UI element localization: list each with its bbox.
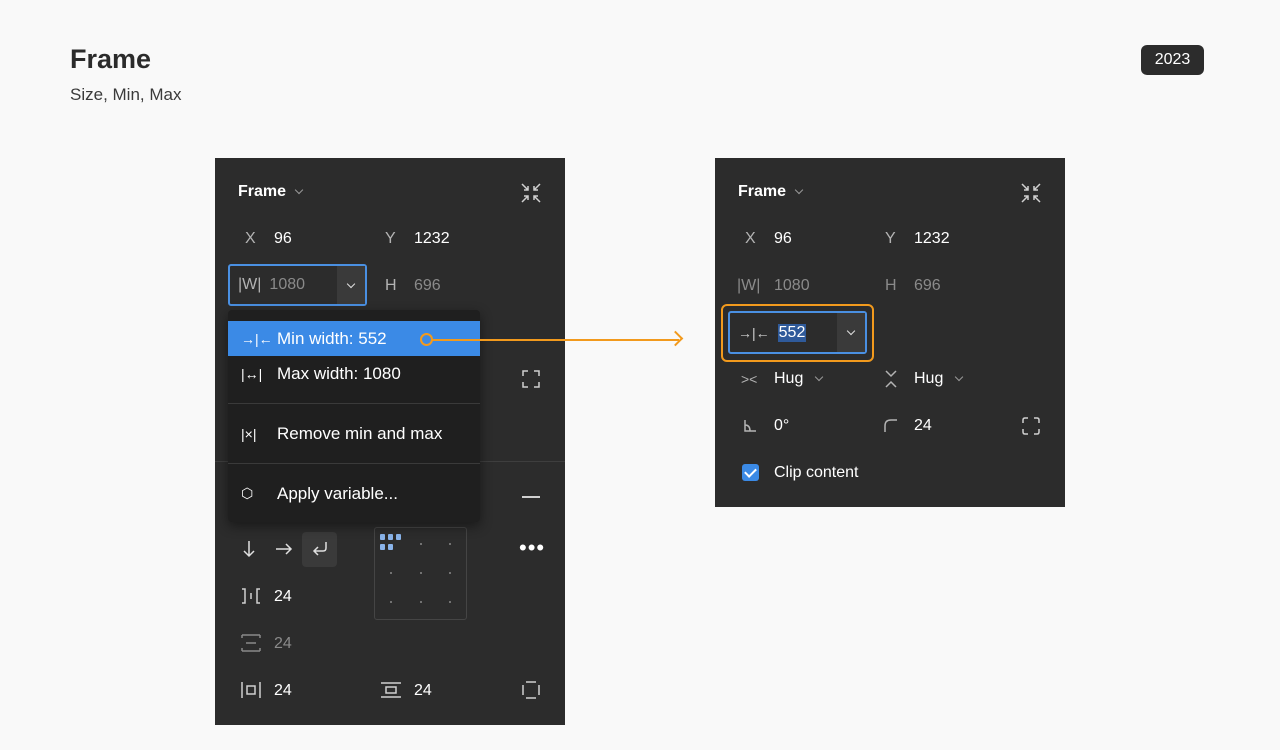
align-block bbox=[388, 544, 393, 550]
min-width-dropdown-button[interactable] bbox=[837, 313, 865, 352]
menu-item-apply-variable[interactable]: ⬡ Apply variable... bbox=[228, 476, 480, 511]
grid-dot bbox=[420, 543, 422, 545]
grid-dot bbox=[390, 601, 392, 603]
spacing-icon bbox=[240, 587, 262, 610]
left-frame-title[interactable]: Frame bbox=[238, 183, 304, 201]
min-width-icon: →|← bbox=[241, 330, 273, 347]
width-value[interactable]: 1080 bbox=[269, 276, 305, 294]
menu-item-label: Apply variable... bbox=[277, 483, 398, 503]
width-mode-label: Hug bbox=[774, 370, 804, 387]
width-input[interactable]: 1080 bbox=[774, 277, 810, 295]
vertical-spacing-input[interactable]: 24 bbox=[274, 635, 292, 653]
menu-separator bbox=[228, 403, 480, 404]
max-width-icon: |↔| bbox=[241, 365, 263, 382]
vertical-padding-input[interactable]: 24 bbox=[414, 682, 432, 700]
menu-item-label: Max width: 1080 bbox=[277, 363, 401, 383]
align-block bbox=[388, 534, 393, 540]
fullscreen-icon[interactable] bbox=[521, 369, 541, 394]
vertical-spacing-icon bbox=[240, 633, 262, 658]
arrow-head-icon bbox=[667, 330, 684, 347]
connector-dot bbox=[420, 333, 433, 346]
horizontal-padding-input[interactable]: 24 bbox=[274, 682, 292, 700]
horizontal-padding-icon bbox=[240, 681, 262, 704]
year-badge: 2023 bbox=[1141, 45, 1204, 75]
chevron-down-icon bbox=[814, 372, 824, 382]
chevron-down-icon bbox=[846, 326, 856, 336]
collapse-icon[interactable] bbox=[1020, 182, 1042, 209]
width-input-focused[interactable]: |W| 1080 bbox=[228, 264, 367, 306]
corner-radius-input[interactable]: 24 bbox=[914, 417, 932, 435]
y-input[interactable]: 1232 bbox=[414, 230, 450, 248]
vertical-padding-icon bbox=[380, 681, 402, 704]
grid-dot bbox=[420, 601, 422, 603]
clip-content-label[interactable]: Clip content bbox=[774, 464, 859, 482]
spacing-input[interactable]: 24 bbox=[274, 588, 292, 606]
chevron-down-icon bbox=[795, 185, 804, 195]
x-label: X bbox=[245, 230, 256, 247]
menu-separator bbox=[228, 463, 480, 464]
minus-icon[interactable] bbox=[522, 496, 540, 498]
rotation-input[interactable]: 0° bbox=[774, 417, 789, 435]
min-width-value[interactable]: 552 bbox=[777, 323, 807, 342]
x-label: X bbox=[745, 230, 756, 247]
collapse-icon[interactable] bbox=[520, 182, 542, 209]
height-mode-label: Hug bbox=[914, 370, 944, 387]
grid-dot bbox=[449, 572, 451, 574]
width-dropdown-button[interactable] bbox=[337, 266, 365, 304]
width-mode-select[interactable]: Hug bbox=[774, 370, 824, 388]
connector-line bbox=[427, 339, 679, 341]
x-input[interactable]: 96 bbox=[274, 230, 292, 248]
individual-padding-icon[interactable] bbox=[521, 680, 541, 705]
menu-item-remove-min-max[interactable]: |×| Remove min and max bbox=[228, 416, 480, 451]
chevron-down-icon bbox=[954, 372, 964, 382]
hug-width-icon: >< bbox=[741, 371, 758, 387]
variable-icon: ⬡ bbox=[241, 485, 254, 501]
arrow-down-icon[interactable] bbox=[241, 540, 257, 563]
y-label: Y bbox=[385, 230, 396, 247]
chevron-down-icon bbox=[346, 279, 356, 288]
height-label: H bbox=[385, 277, 397, 294]
width-label: |W| bbox=[238, 276, 262, 293]
height-label: H bbox=[885, 277, 897, 294]
independent-corners-icon[interactable] bbox=[1021, 416, 1041, 441]
grid-dot bbox=[390, 572, 392, 574]
align-block bbox=[396, 534, 401, 540]
arrow-right-icon[interactable] bbox=[275, 541, 293, 562]
min-width-icon: →|← bbox=[738, 324, 770, 341]
menu-item-label: Min width: 552 bbox=[277, 328, 387, 348]
frame-title-label: Frame bbox=[738, 183, 787, 200]
width-label: |W| bbox=[737, 277, 761, 294]
chevron-down-icon bbox=[295, 185, 304, 195]
height-input[interactable]: 696 bbox=[414, 277, 441, 295]
menu-item-label: Remove min and max bbox=[277, 423, 443, 443]
rotation-icon bbox=[743, 419, 757, 438]
align-block bbox=[380, 544, 385, 550]
wrap-icon bbox=[310, 540, 330, 563]
align-block bbox=[380, 534, 385, 540]
min-width-input-focused[interactable]: →|← 552 bbox=[728, 311, 867, 354]
y-label: Y bbox=[885, 230, 896, 247]
right-frame-title[interactable]: Frame bbox=[738, 183, 804, 201]
page-subtitle: Size, Min, Max bbox=[70, 85, 182, 104]
grid-dot bbox=[449, 601, 451, 603]
grid-dot bbox=[449, 543, 451, 545]
hug-height-icon bbox=[884, 369, 898, 394]
menu-item-max-width[interactable]: |↔| Max width: 1080 bbox=[228, 356, 480, 391]
page-title: Frame bbox=[70, 44, 152, 74]
remove-min-max-icon: |×| bbox=[241, 425, 257, 442]
frame-title-label: Frame bbox=[238, 183, 287, 200]
grid-dot bbox=[420, 572, 422, 574]
more-options-icon[interactable]: ••• bbox=[519, 535, 545, 561]
height-input[interactable]: 696 bbox=[914, 277, 941, 295]
x-input[interactable]: 96 bbox=[774, 230, 792, 248]
height-mode-select[interactable]: Hug bbox=[914, 370, 964, 388]
clip-content-checkbox[interactable] bbox=[742, 464, 759, 481]
corner-radius-icon bbox=[884, 419, 898, 438]
y-input[interactable]: 1232 bbox=[914, 230, 950, 248]
